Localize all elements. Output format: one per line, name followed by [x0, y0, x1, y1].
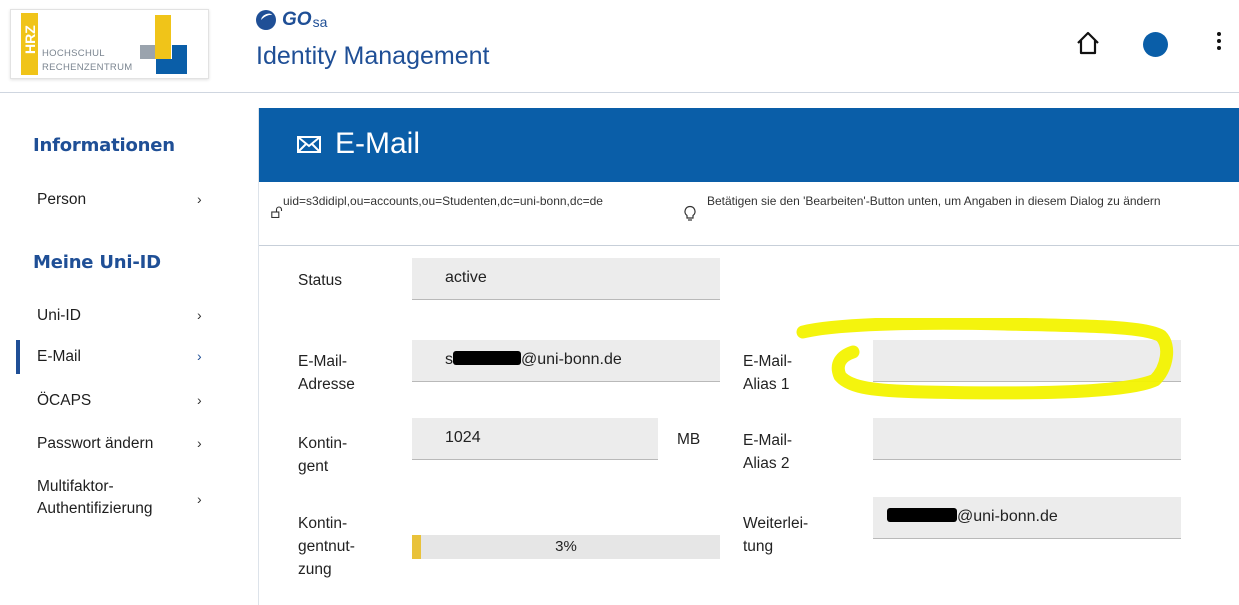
email-value-prefix: s	[445, 351, 453, 368]
app-title: Identity Management	[256, 42, 490, 70]
hrz-logo-badge: HRZ	[22, 25, 38, 54]
quota-value: 1024	[445, 429, 481, 446]
hrz-logo[interactable]: HRZ HOCHSCHUL RECHENZENTRUM	[10, 9, 209, 79]
quota-usage-label: Kontin-gentnut-zung	[298, 515, 355, 578]
sidebar-item-label: Passwort ändern	[37, 435, 154, 452]
forwarding-value-suffix: @uni-bonn.de	[957, 508, 1058, 525]
edit-hint: Betätigen sie den 'Bearbeiten'-Button un…	[707, 194, 1161, 208]
gosa-mark-icon	[256, 10, 276, 30]
email-address-label: E-Mail-Adresse	[298, 353, 355, 393]
sidebar-item-uni-id[interactable]: Uni-ID ›	[0, 305, 230, 329]
logo-square-blue-wide	[156, 59, 187, 74]
quota-label: Kontin-gent	[298, 435, 348, 475]
page-title: E-Mail	[335, 127, 421, 160]
more-vertical-icon[interactable]	[1212, 29, 1226, 55]
home-button[interactable]	[1074, 29, 1102, 57]
sidebar-section-meine-uni-id: Meine Uni-ID	[33, 252, 161, 273]
email-alias1-label: E-Mail-Alias 1	[743, 353, 793, 393]
gosa-logo: GO sa	[256, 8, 327, 32]
envelope-icon	[297, 136, 321, 153]
sidebar: Informationen Person › Meine Uni-ID Uni-…	[0, 93, 255, 605]
sidebar-item-label: Uni-ID	[37, 307, 81, 324]
quota-field[interactable]: 1024	[412, 418, 658, 460]
active-indicator	[16, 340, 20, 374]
logo-square-gray	[140, 45, 156, 59]
user-circle-icon[interactable]	[1143, 32, 1168, 57]
email-address-field[interactable]: s @uni-bonn.de	[412, 340, 720, 382]
sidebar-item-email[interactable]: E-Mail ›	[0, 340, 230, 374]
chevron-right-icon: ›	[197, 348, 202, 364]
forwarding-label: Weiterlei-tung	[743, 515, 809, 555]
sidebar-item-person[interactable]: Person ›	[0, 189, 230, 213]
quota-usage-progress: 3%	[412, 535, 720, 559]
logo-text-line2: RECHENZENTRUM	[42, 62, 133, 73]
info-bar: uid=s3didipl,ou=accounts,ou=Studenten,dc…	[259, 182, 1239, 246]
app-header: HRZ HOCHSCHUL RECHENZENTRUM GO sa Identi…	[0, 0, 1239, 93]
chevron-right-icon: ›	[197, 491, 202, 507]
sidebar-item-label: E-Mail	[37, 348, 81, 365]
sidebar-item-ocaps[interactable]: ÖCAPS ›	[0, 390, 230, 414]
sidebar-item-label: Multifaktor-Authentifizierung	[37, 478, 153, 517]
sidebar-item-passwort-aendern[interactable]: Passwort ändern ›	[0, 433, 230, 457]
quota-usage-text: 3%	[555, 538, 577, 555]
logo-square-yellow	[155, 15, 171, 59]
lightbulb-icon	[684, 205, 696, 221]
home-icon	[1077, 31, 1099, 55]
gosa-brand-go: GO	[282, 9, 312, 30]
status-field[interactable]: active	[412, 258, 720, 300]
email-value-suffix: @uni-bonn.de	[521, 351, 622, 368]
distinguished-name: uid=s3didipl,ou=accounts,ou=Studenten,dc…	[283, 194, 603, 208]
sidebar-item-multifaktor[interactable]: Multifaktor-Authentifizierung ›	[0, 476, 230, 526]
quota-unit: MB	[677, 431, 701, 448]
sidebar-item-label: Person	[37, 191, 87, 208]
sidebar-section-informationen: Informationen	[33, 135, 175, 156]
sidebar-item-label: ÖCAPS	[37, 392, 92, 409]
chevron-right-icon: ›	[197, 392, 202, 408]
chevron-right-icon: ›	[197, 435, 202, 451]
status-value: active	[445, 269, 487, 286]
status-label: Status	[298, 272, 342, 289]
chevron-right-icon: ›	[197, 307, 202, 323]
email-alias2-field[interactable]	[873, 418, 1181, 460]
redacted-block	[453, 351, 521, 365]
logo-square-blue	[172, 45, 187, 59]
forwarding-field[interactable]: @uni-bonn.de	[873, 497, 1181, 539]
email-alias1-field[interactable]	[873, 340, 1181, 382]
gosa-brand-sa: sa	[312, 14, 328, 30]
unlock-icon	[271, 206, 283, 218]
main-content: E-Mail uid=s3didipl,ou=accounts,ou=Stude…	[258, 108, 1239, 605]
logo-text-line1: HOCHSCHUL	[42, 48, 105, 59]
email-alias2-label: E-Mail-Alias 2	[743, 432, 793, 472]
page-header-banner: E-Mail	[259, 108, 1239, 182]
chevron-right-icon: ›	[197, 191, 202, 207]
redacted-block	[887, 508, 957, 522]
